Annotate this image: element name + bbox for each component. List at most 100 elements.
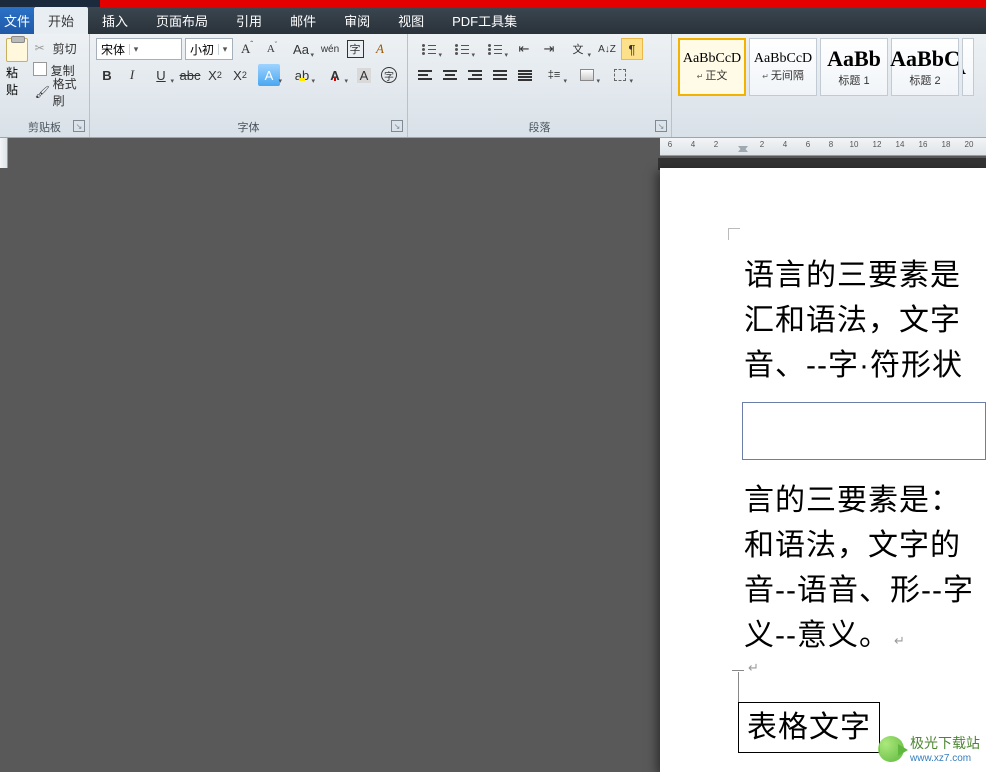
text-line[interactable]: 义--意义。↵ [744, 613, 986, 658]
style-card-2[interactable]: AaBb标题 1 [820, 38, 888, 96]
tab-home[interactable]: 开始 [34, 7, 88, 34]
style-card-overflow[interactable]: A [962, 38, 974, 96]
toggle-marks-button[interactable]: ¶ [621, 38, 643, 60]
tab-pdf[interactable]: PDF工具集 [438, 7, 531, 34]
tab-reference-label: 引用 [236, 11, 262, 30]
shading-button[interactable]: ▾ [572, 64, 602, 86]
align-center-icon [443, 69, 457, 81]
shrink-font-button[interactable]: Aˇ [261, 38, 283, 60]
multilevel-button[interactable]: ▾ [480, 38, 510, 60]
style-preview: AaBb [827, 46, 881, 72]
margin-corner-mark [728, 228, 740, 240]
align-right-button[interactable] [464, 64, 486, 86]
tab-layout[interactable]: 页面布局 [142, 7, 222, 34]
border-icon [614, 69, 626, 81]
text-line[interactable]: 音--语音、形--字 [744, 568, 986, 613]
indent-decrease-button[interactable]: ⇤ [513, 38, 535, 60]
ribbon: 粘贴 剪切 复制 格式刷 剪贴板↘ 宋体▾ 小初▾ Aˆ Aˇ Aa▾ wén … [0, 34, 986, 138]
text-line[interactable]: 音、--字·符形状 [744, 343, 986, 388]
superscript-button[interactable]: X2 [229, 64, 251, 86]
subscript-button[interactable]: X2 [204, 64, 226, 86]
document-area: 6422468101214161820 语言的三要素是 汇和语法，文字 音、--… [0, 138, 986, 772]
tab-view-label: 视图 [398, 11, 424, 30]
text-line[interactable]: 和语法，文字的 [744, 523, 986, 568]
format-painter-button[interactable]: 格式刷 [33, 82, 83, 102]
font-name-combo[interactable]: 宋体▾ [96, 38, 182, 60]
ruler-number: 20 [965, 140, 974, 149]
char-shading-button[interactable]: A [353, 64, 375, 86]
document-page[interactable]: 语言的三要素是 汇和语法，文字 音、--字·符形状 言的三要素是： 和语法，文字… [660, 168, 986, 772]
align-left-button[interactable] [414, 64, 436, 86]
sort-button[interactable]: A↓Z [596, 38, 618, 60]
strike-button[interactable]: abc [179, 64, 201, 86]
cut-button[interactable]: 剪切 [33, 38, 83, 58]
paragraph-group-label: 段落 [529, 122, 551, 134]
phonetic-guide-button[interactable]: wén [319, 38, 341, 60]
group-paragraph: ▾ ▾ ▾ ⇤ ⇥ 文▾ A↓Z ¶ ‡≡▾ ▾ ▾ 段落 ↘ [408, 34, 672, 137]
group-clipboard: 粘贴 剪切 复制 格式刷 剪贴板↘ [0, 34, 90, 137]
asian-layout-button[interactable]: 文▾ [563, 38, 593, 60]
group-font: 宋体▾ 小初▾ Aˆ Aˇ Aa▾ wén 字 A B I U▾ abc X2 … [90, 34, 408, 137]
text-line[interactable]: 语言的三要素是 [744, 253, 986, 298]
vertical-ruler[interactable] [0, 138, 8, 168]
grow-font-button[interactable]: Aˆ [236, 38, 258, 60]
char-border-button[interactable]: 字 [344, 38, 366, 60]
font-name-value: 宋体 [97, 41, 129, 58]
text-line[interactable]: 言的三要素是： [744, 478, 986, 523]
ruler-number: 10 [850, 140, 859, 149]
text-effects-button[interactable]: A▾ [254, 64, 284, 86]
clear-format-button[interactable]: A [369, 38, 391, 60]
tab-review[interactable]: 审阅 [330, 7, 384, 34]
brush-icon [35, 85, 49, 99]
tab-reference[interactable]: 引用 [222, 7, 276, 34]
group-styles: AaBbCcD↵正文AaBbCcD↵无间隔AaBb标题 1AaBbC标题 2A [672, 34, 986, 137]
tab-file[interactable]: 文件 [0, 7, 34, 34]
style-card-1[interactable]: AaBbCcD↵无间隔 [749, 38, 817, 96]
align-justify-button[interactable] [489, 64, 511, 86]
table-edge [732, 670, 744, 671]
font-group-label: 字体 [238, 122, 260, 134]
copy-icon [35, 64, 47, 76]
ribbon-tabs: 文件 开始 插入 页面布局 引用 邮件 审阅 视图 PDF工具集 [0, 7, 986, 34]
distributed-button[interactable] [514, 64, 536, 86]
text-box[interactable] [742, 402, 986, 460]
font-color-button[interactable]: A▾ [320, 64, 350, 86]
indent-increase-button[interactable]: ⇥ [538, 38, 560, 60]
chevron-down-icon: ▾ [218, 44, 231, 55]
tab-insert-label: 插入 [102, 11, 128, 30]
font-dialog-launcher[interactable]: ↘ [391, 120, 403, 132]
underline-button[interactable]: U▾ [146, 64, 176, 86]
document-content[interactable]: 语言的三要素是 汇和语法，文字 音、--字·符形状 言的三要素是： 和语法，文字… [744, 253, 986, 753]
clipboard-dialog-launcher[interactable]: ↘ [73, 120, 85, 132]
align-center-button[interactable] [439, 64, 461, 86]
tab-file-label: 文件 [4, 11, 30, 30]
ruler-number: 8 [829, 140, 833, 149]
line-spacing-button[interactable]: ‡≡▾ [539, 64, 569, 86]
style-card-3[interactable]: AaBbC标题 2 [891, 38, 959, 96]
style-preview: AaBbC [890, 46, 960, 72]
tab-insert[interactable]: 插入 [88, 7, 142, 34]
bullets-button[interactable]: ▾ [414, 38, 444, 60]
enclose-char-button[interactable]: 字 [378, 64, 400, 86]
paste-icon [6, 38, 28, 62]
watermark-sub: www.xz7.com [910, 753, 980, 764]
horizontal-ruler[interactable]: 6422468101214161820 [660, 138, 986, 156]
font-size-combo[interactable]: 小初▾ [185, 38, 233, 60]
highlight-button[interactable]: ab▾ [287, 64, 317, 86]
tab-view[interactable]: 视图 [384, 7, 438, 34]
paragraph-dialog-launcher[interactable]: ↘ [655, 120, 667, 132]
change-case-button[interactable]: Aa▾ [286, 38, 316, 60]
paste-button[interactable]: 粘贴 [6, 38, 29, 119]
bullets-icon [422, 43, 436, 55]
numbering-button[interactable]: ▾ [447, 38, 477, 60]
table-cell[interactable]: 表格文字 [738, 702, 880, 753]
bold-button[interactable]: B [96, 64, 118, 86]
borders-button[interactable]: ▾ [605, 64, 635, 86]
bucket-icon [580, 69, 594, 81]
ruler-number: 6 [806, 140, 810, 149]
hanging-indent-marker[interactable] [738, 142, 748, 152]
text-line[interactable]: 汇和语法，文字 [744, 298, 986, 343]
style-card-0[interactable]: AaBbCcD↵正文 [678, 38, 746, 96]
italic-button[interactable]: I [121, 64, 143, 86]
tab-mail[interactable]: 邮件 [276, 7, 330, 34]
